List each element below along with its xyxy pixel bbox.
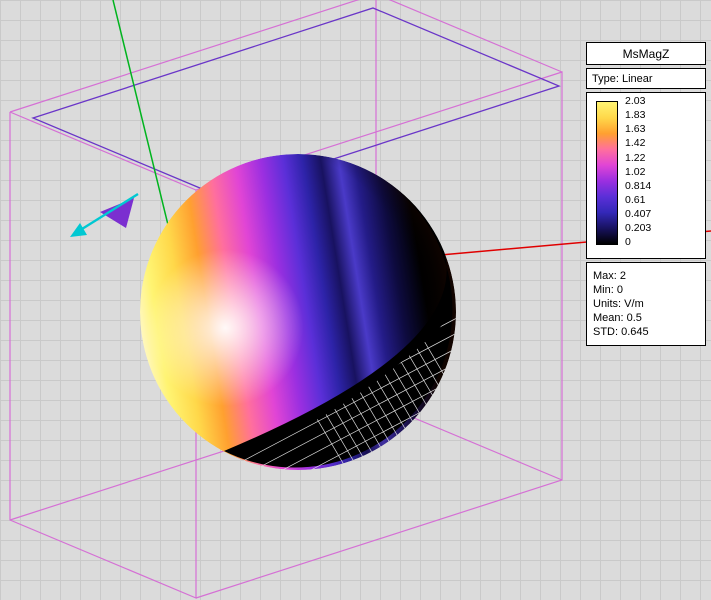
stat-min: Min: 0 bbox=[593, 283, 699, 297]
tick-label: 1.83 bbox=[625, 110, 651, 121]
tick-label: 0.203 bbox=[625, 223, 651, 234]
colorbar-gradient bbox=[596, 101, 618, 245]
colorbar-tick-labels: 2.03 1.83 1.63 1.42 1.22 1.02 0.814 0.61… bbox=[625, 96, 651, 248]
legend-scale-type: Type: Linear bbox=[586, 68, 706, 89]
stat-units: Units: V/m bbox=[593, 297, 699, 311]
tick-label: 1.02 bbox=[625, 167, 651, 178]
tick-label: 0.61 bbox=[625, 195, 651, 206]
legend-title: MsMagZ bbox=[586, 42, 706, 65]
legend-colorbar-panel: 2.03 1.83 1.63 1.42 1.22 1.02 0.814 0.61… bbox=[586, 92, 706, 259]
stat-mean: Mean: 0.5 bbox=[593, 311, 699, 325]
field-sphere bbox=[140, 11, 472, 600]
stat-max: Max: 2 bbox=[593, 269, 699, 283]
viewport-background-grid: MsMagZ Type: Linear 2.03 1.83 1.63 1.42 … bbox=[0, 0, 711, 600]
field-legend: MsMagZ Type: Linear 2.03 1.83 1.63 1.42 … bbox=[586, 42, 706, 346]
legend-stats-panel: Max: 2 Min: 0 Units: V/m Mean: 0.5 STD: … bbox=[586, 262, 706, 346]
port-arrowhead-icon bbox=[100, 198, 134, 228]
tick-label: 1.22 bbox=[625, 153, 651, 164]
tick-label: 1.63 bbox=[625, 124, 651, 135]
tick-label: 0.814 bbox=[625, 181, 651, 192]
tick-label: 1.42 bbox=[625, 138, 651, 149]
excitation-arrowhead-icon bbox=[70, 223, 87, 237]
stat-std: STD: 0.645 bbox=[593, 325, 699, 339]
excitation-arrow bbox=[70, 194, 138, 237]
tick-label: 0.407 bbox=[625, 209, 651, 220]
tick-label: 2.03 bbox=[625, 96, 651, 107]
tick-label: 0 bbox=[625, 237, 651, 248]
